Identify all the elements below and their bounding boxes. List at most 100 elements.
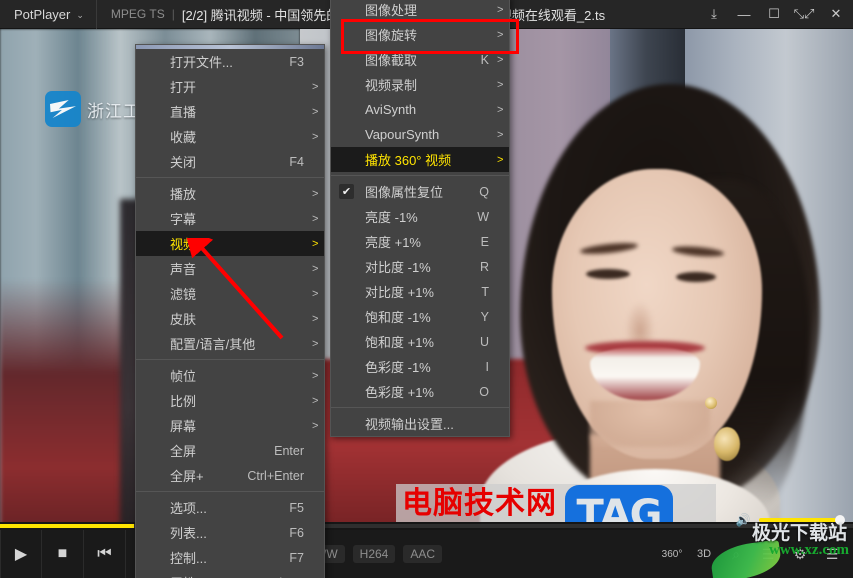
submenu-item-0[interactable]: 图像处理 >: [331, 0, 509, 22]
search-icon[interactable]: ⌕: [725, 546, 747, 563]
menu-item-shortcut: Ctrl+Enter: [247, 468, 304, 483]
submenu-item-13[interactable]: 饱和度 +1% U: [331, 329, 509, 354]
submenu-item-label: 亮度 -1%: [365, 210, 418, 225]
menu-item-label: 关闭: [170, 155, 197, 170]
menu-item-12[interactable]: 帧位 >: [136, 363, 324, 388]
360-video-icon[interactable]: 360°: [661, 549, 683, 560]
seek-track[interactable]: [0, 524, 853, 528]
submenu-item-2[interactable]: 图像截取 K >: [331, 47, 509, 72]
menu-item-shortcut: F7: [289, 550, 304, 565]
submenu-item-14[interactable]: 色彩度 -1% I: [331, 354, 509, 379]
submenu-item-shortcut: I: [485, 359, 489, 374]
broadcaster-logo-label: 浙江工: [87, 101, 141, 122]
context-submenu-video: 图像处理 > 图像旋转 > 图像截取 K > 视频录制 > AviSynth > VapourSynt…: [330, 0, 510, 437]
submenu-item-6[interactable]: 播放 360° 视频 >: [331, 147, 509, 172]
menu-item-shortcut: Enter: [274, 443, 304, 458]
stop-button[interactable]: ■: [42, 530, 84, 578]
control-bar: ▶ ■ ⏮ S/W H264 AAC 360° 3D ⌕ ☰ ⚙ ☰ 🔊: [0, 513, 853, 578]
playlist-icon[interactable]: ☰: [757, 546, 779, 563]
submenu-item-check-slot: ✔: [339, 184, 359, 199]
menu-item-3[interactable]: 收藏 >: [136, 124, 324, 149]
menu-item-16[interactable]: 全屏+ Ctrl+Enter: [136, 463, 324, 488]
submenu-item-3[interactable]: 视频录制 >: [331, 72, 509, 97]
menu-item-17[interactable]: 选项... F5: [136, 495, 324, 520]
submenu-item-label: 图像处理: [365, 3, 418, 18]
chip-video-codec: H264: [352, 545, 396, 563]
submenu-item-5[interactable]: VapourSynth >: [331, 122, 509, 147]
submenu-item-10[interactable]: 对比度 -1% R: [331, 254, 509, 279]
menu-item-6[interactable]: 字幕 >: [136, 206, 324, 231]
window-buttons: ⤓ — ☐ ⤡⤢ ✕: [699, 0, 853, 29]
menu-item-label: 收藏: [170, 130, 197, 145]
submenu-item-1[interactable]: 图像旋转 >: [331, 22, 509, 47]
menu-item-shortcut: F5: [289, 500, 304, 515]
submenu-item-12[interactable]: 饱和度 -1% Y: [331, 304, 509, 329]
menu-separator: [331, 175, 509, 176]
submenu-item-8[interactable]: 亮度 -1% W: [331, 204, 509, 229]
previous-button[interactable]: ⏮: [84, 530, 126, 578]
seek-bar[interactable]: [0, 522, 853, 530]
menu-item-19[interactable]: 控制... F7: [136, 545, 324, 570]
menu-item-label: 全屏: [170, 444, 197, 459]
menu-item-5[interactable]: 播放 >: [136, 181, 324, 206]
menu-item-14[interactable]: 屏幕 >: [136, 413, 324, 438]
submenu-item-4[interactable]: AviSynth >: [331, 97, 509, 122]
menu-separator: [136, 177, 324, 178]
submenu-item-shortcut: U: [479, 334, 489, 349]
close-icon[interactable]: ✕: [819, 0, 853, 29]
fullscreen-icon[interactable]: ⤡⤢: [789, 0, 819, 29]
speaker-icon[interactable]: 🔊: [732, 513, 754, 527]
submenu-arrow-icon: >: [312, 369, 319, 382]
submenu-item-11[interactable]: 对比度 +1% T: [331, 279, 509, 304]
menu-item-8[interactable]: 声音 >: [136, 256, 324, 281]
volume-knob[interactable]: [835, 515, 845, 525]
container-format-label: MPEG TS: [110, 7, 165, 21]
menu-item-10[interactable]: 皮肤 >: [136, 306, 324, 331]
menu-icon[interactable]: ☰: [821, 546, 843, 563]
menu-item-label: 配置/语言/其他: [170, 337, 256, 352]
submenu-item-7[interactable]: ✔ 图像属性复位 Q: [331, 179, 509, 204]
menu-item-11[interactable]: 配置/语言/其他 >: [136, 331, 324, 356]
submenu-item-label: 图像截取: [365, 53, 418, 68]
menu-item-label: 全屏+: [170, 469, 204, 484]
pin-icon[interactable]: ⤓: [699, 0, 729, 29]
menu-item-label: 字幕: [170, 212, 197, 227]
menu-item-20[interactable]: 属性...Ctrl+F1: [136, 570, 324, 578]
submenu-arrow-icon: >: [312, 187, 319, 200]
app-name-label: PotPlayer: [14, 6, 71, 22]
menu-item-9[interactable]: 滤镜 >: [136, 281, 324, 306]
play-button[interactable]: ▶: [0, 530, 42, 578]
submenu-item-label: 饱和度 -1%: [365, 310, 431, 325]
submenu-item-9[interactable]: 亮度 +1% E: [331, 229, 509, 254]
submenu-item-label: 播放 360° 视频: [365, 153, 452, 168]
submenu-item-label: 视频输出设置...: [365, 417, 454, 432]
maximize-icon[interactable]: ☐: [759, 0, 789, 29]
submenu-item-label: 图像旋转: [365, 28, 418, 43]
submenu-arrow-icon: >: [497, 53, 504, 66]
menu-item-4[interactable]: 关闭 F4: [136, 149, 324, 174]
volume-slider[interactable]: [759, 515, 845, 525]
3d-video-icon[interactable]: 3D: [693, 548, 715, 560]
menu-item-13[interactable]: 比例 >: [136, 388, 324, 413]
app-menu-button[interactable]: PotPlayer ⌄: [0, 0, 97, 29]
settings-gear-icon[interactable]: ⚙: [789, 546, 811, 563]
menu-item-2[interactable]: 直播 >: [136, 99, 324, 124]
submenu-arrow-icon: >: [497, 103, 504, 116]
menu-item-1[interactable]: 打开 >: [136, 74, 324, 99]
menu-separator: [331, 407, 509, 408]
submenu-arrow-icon: >: [497, 28, 504, 41]
submenu-arrow-icon: >: [312, 262, 319, 275]
submenu-item-label: 视频录制: [365, 78, 418, 93]
menu-item-label: 滤镜: [170, 287, 197, 302]
menu-item-15[interactable]: 全屏 Enter: [136, 438, 324, 463]
seek-progress-fill: [0, 524, 134, 528]
minimize-icon[interactable]: —: [729, 0, 759, 29]
menu-item-18[interactable]: 列表... F6: [136, 520, 324, 545]
submenu-item-label: AviSynth: [365, 102, 417, 117]
volume-control[interactable]: 🔊: [732, 513, 845, 527]
submenu-item-16[interactable]: 视频输出设置...: [331, 411, 509, 436]
menu-item-shortcut: F6: [289, 525, 304, 540]
menu-item-7[interactable]: 视频 >: [136, 231, 324, 256]
submenu-item-15[interactable]: 色彩度 +1% O: [331, 379, 509, 404]
menu-item-0[interactable]: 打开文件... F3: [136, 49, 324, 74]
